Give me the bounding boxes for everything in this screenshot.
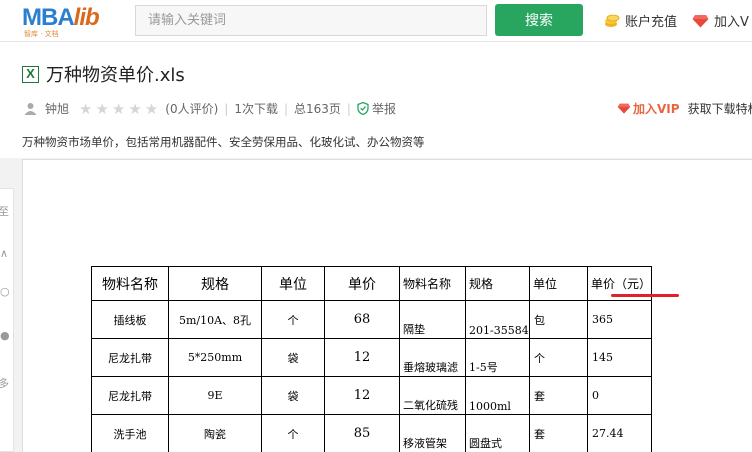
author-link[interactable]: 钟旭 xyxy=(45,100,69,117)
table-header-row: 物料名称 规格 单位 单价 物料名称 规格 单位 单价（元） xyxy=(91,266,652,301)
side-tool-icon[interactable]: ● xyxy=(0,329,10,342)
table-cell: 洗手池 xyxy=(91,414,169,452)
table-cell: 145 xyxy=(587,338,652,377)
header-cell: 单位 xyxy=(261,266,325,301)
table-row: 插线板 5m/10A、8孔 个 68 隔垫 201-35584 包 365 xyxy=(91,300,652,339)
table-cell: 365 xyxy=(587,300,652,339)
excel-file-icon: X xyxy=(22,65,39,83)
search-button[interactable]: 搜索 xyxy=(495,4,583,36)
table-cell: 隔垫 xyxy=(399,300,466,339)
table-cell: 个 xyxy=(529,338,588,377)
coins-icon xyxy=(605,14,620,27)
logo-text-lib: lib xyxy=(73,4,100,31)
table-row: 尼龙扎带 5*250mm 袋 12 垂熔玻璃滤 1-5号 个 145 xyxy=(91,338,652,377)
header-cell: 物料名称 xyxy=(91,266,169,301)
table-cell: 尼龙扎带 xyxy=(91,338,169,377)
download-count: 1次下载 xyxy=(234,102,278,116)
divider: | xyxy=(283,101,289,116)
logo-text: MBA xyxy=(22,4,75,31)
get-download-privilege-link[interactable]: 获取下载特权 xyxy=(688,100,752,117)
header-cell: 规格 xyxy=(168,266,262,301)
table-cell: 9E xyxy=(168,376,262,415)
side-tool-icon[interactable]: ○ xyxy=(0,285,10,298)
logo-subtitle: 智库 · 文档 xyxy=(24,30,59,38)
table-cell: 68 xyxy=(324,300,400,339)
star-icon[interactable]: ★ xyxy=(112,101,125,116)
rating-count: (0人评价) xyxy=(165,102,219,116)
side-tool-text-1[interactable]: 至 xyxy=(0,203,9,219)
star-icon[interactable]: ★ xyxy=(145,101,158,116)
side-tool-text-2[interactable]: 多 xyxy=(0,375,9,391)
table-cell: 1000ml xyxy=(465,376,530,415)
search-input[interactable] xyxy=(136,6,486,35)
document-description: 万种物资市场单价，包括常用机器配件、安全劳保用品、化玻化试、办公物资等 xyxy=(22,135,425,149)
table-cell: 垂熔玻璃滤 xyxy=(399,338,466,377)
account-recharge-link[interactable]: 账户充值 xyxy=(604,11,677,30)
table-row: 尼龙扎带 9E 袋 12 二氧化硫残 1000ml 套 0 xyxy=(91,376,652,415)
report-link[interactable]: 举报 xyxy=(357,100,396,117)
top-header: MBAlib 智库 · 文档 搜索 账户充值 加入V xyxy=(0,0,752,42)
table-cell: 袋 xyxy=(261,338,325,377)
header-cell: 单价 xyxy=(324,266,400,301)
table-cell: 12 xyxy=(324,376,400,415)
table-cell: 个 xyxy=(261,300,325,339)
user-icon xyxy=(24,103,37,115)
document-preview-area: 至 ∧ ○ ● 多 物料名称 规格 单位 单价 物料名称 规格 单位 单价（元）… xyxy=(0,158,752,452)
document-page: 物料名称 规格 单位 单价 物料名称 规格 单位 单价（元） 插线板 5m/10… xyxy=(22,159,752,452)
table-cell: 圆盘式 xyxy=(465,414,530,452)
table-cell: 85 xyxy=(324,414,400,452)
join-vip-top-link[interactable]: 加入V xyxy=(692,11,749,30)
report-label: 举报 xyxy=(371,102,396,116)
star-icon[interactable]: ★ xyxy=(95,101,108,116)
table-cell: 陶瓷 xyxy=(168,414,262,452)
document-meta: 钟旭 ★ ★ ★ ★ ★ (0人评价) | 1次下载 | 总163页 | 举报 xyxy=(24,100,396,117)
shield-icon xyxy=(357,102,369,115)
side-tool-icon[interactable]: ∧ xyxy=(0,247,8,260)
recharge-label: 账户充值 xyxy=(625,15,678,30)
join-vip-label: 加入V xyxy=(714,15,749,30)
divider: | xyxy=(346,101,351,116)
divider: | xyxy=(224,101,229,116)
document-title-text: 万种物资单价.xls xyxy=(46,65,185,86)
star-icon[interactable]: ★ xyxy=(79,101,92,116)
mbalib-logo[interactable]: MBAlib 智库 · 文档 xyxy=(22,4,114,39)
table-cell: 移液管架 xyxy=(399,414,466,452)
table-cell: 套 xyxy=(529,414,588,452)
table-cell: 插线板 xyxy=(91,300,169,339)
rating-stars[interactable]: ★ ★ ★ ★ ★ xyxy=(79,101,161,116)
document-title: X 万种物资单价.xls xyxy=(22,61,185,87)
price-table: 物料名称 规格 单位 单价 物料名称 规格 单位 单价（元） 插线板 5m/10… xyxy=(91,266,652,452)
star-icon[interactable]: ★ xyxy=(128,101,141,116)
join-vip-link[interactable]: 加入VIP xyxy=(617,100,680,117)
table-cell: 5m/10A、8孔 xyxy=(168,300,262,339)
table-cell: 包 xyxy=(529,300,588,339)
header-cell: 单位 xyxy=(529,266,588,301)
table-cell: 0 xyxy=(587,376,652,415)
table-cell: 5*250mm xyxy=(168,338,262,377)
table-cell: 尼龙扎带 xyxy=(91,376,169,415)
table-cell: 个 xyxy=(261,414,325,452)
table-cell: 12 xyxy=(324,338,400,377)
table-cell: 201-35584 xyxy=(465,300,530,339)
diamond-icon xyxy=(692,14,709,27)
header-cell: 规格 xyxy=(465,266,530,301)
table-row: 洗手池 陶瓷 个 85 移液管架 圆盘式 套 27.44 xyxy=(91,414,652,452)
table-cell: 袋 xyxy=(261,376,325,415)
header-cell: 物料名称 xyxy=(399,266,466,301)
diamond-icon xyxy=(617,103,631,114)
page-count: 总163页 xyxy=(294,102,341,116)
search-box xyxy=(135,5,487,36)
table-cell: 1-5号 xyxy=(465,338,530,377)
table-cell: 套 xyxy=(529,376,588,415)
document-actions: 加入VIP 获取下载特权 xyxy=(617,100,752,117)
table-cell: 27.44 xyxy=(587,414,652,452)
side-toolbar: 至 ∧ ○ ● 多 xyxy=(0,188,14,452)
red-underline-annotation xyxy=(611,294,679,297)
table-cell: 二氧化硫残 xyxy=(399,376,466,415)
join-vip-text: 加入VIP xyxy=(633,102,680,116)
